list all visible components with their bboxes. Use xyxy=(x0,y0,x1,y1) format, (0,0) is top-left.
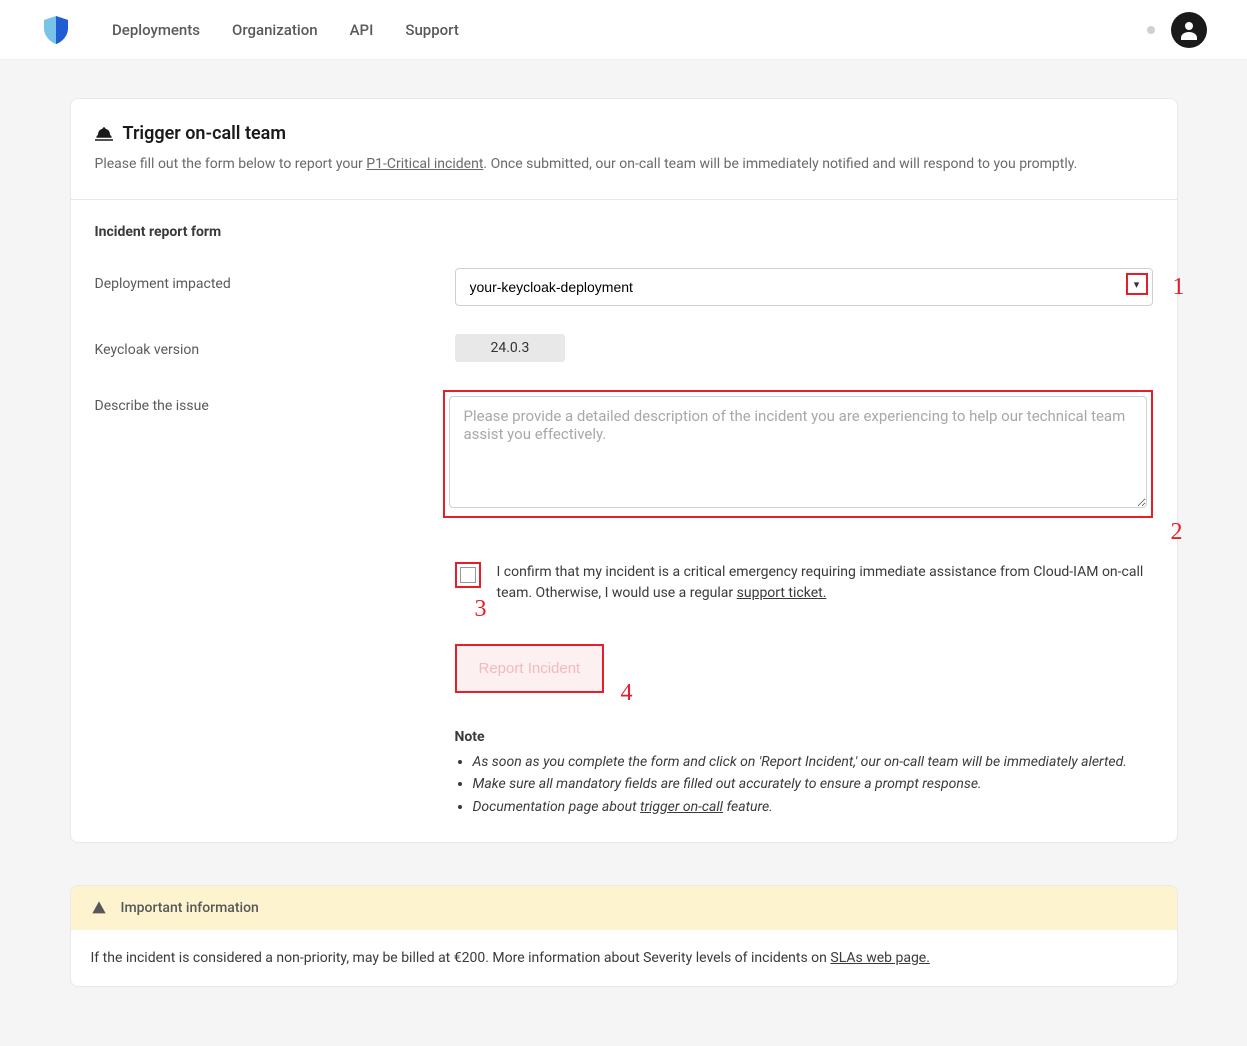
user-avatar[interactable] xyxy=(1171,12,1207,48)
shield-logo-icon xyxy=(40,14,72,46)
notes-section: Note As soon as you complete the form an… xyxy=(455,729,1153,818)
nav-api[interactable]: API xyxy=(350,21,374,39)
card-body: Incident report form Deployment impacted… xyxy=(71,200,1177,842)
page-subtitle: Please fill out the form below to report… xyxy=(95,154,1153,175)
important-info-card: Important information If the incident is… xyxy=(70,885,1178,987)
notes-title: Note xyxy=(455,729,1153,745)
nav-links: Deployments Organization API Support xyxy=(112,21,1147,39)
slas-link[interactable]: SLAs web page. xyxy=(830,950,930,966)
subtitle-after: . Once submitted, our on-call team will … xyxy=(483,156,1077,172)
describe-textarea[interactable] xyxy=(449,396,1147,508)
describe-row: Describe the issue 2 xyxy=(83,390,1153,518)
warning-icon xyxy=(91,900,107,916)
note-item-1: As soon as you complete the form and cli… xyxy=(473,751,1153,773)
user-icon xyxy=(1177,18,1201,42)
confirm-row: I confirm that my incident is a critical… xyxy=(455,562,1153,604)
deployment-select[interactable] xyxy=(455,268,1153,306)
top-navigation: Deployments Organization API Support xyxy=(0,0,1247,60)
trigger-oncall-link[interactable]: trigger on-call xyxy=(640,799,723,815)
nav-right xyxy=(1147,12,1207,48)
p1-critical-link[interactable]: P1-Critical incident xyxy=(366,156,483,172)
annotation-4: 4 xyxy=(621,680,633,707)
card-header: Trigger on-call team Please fill out the… xyxy=(71,99,1177,200)
version-value: 24.0.3 xyxy=(455,334,566,362)
info-header: Important information xyxy=(71,886,1177,930)
note-item-3: Documentation page about trigger on-call… xyxy=(473,796,1153,818)
submit-highlight: Report Incident xyxy=(455,644,605,693)
support-ticket-link[interactable]: support ticket. xyxy=(737,585,827,601)
incident-form-card: Trigger on-call team Please fill out the… xyxy=(70,98,1178,843)
annotation-1: 1 xyxy=(1173,274,1185,301)
app-logo[interactable] xyxy=(40,14,72,46)
confirm-label: I confirm that my incident is a critical… xyxy=(497,562,1153,604)
info-body-before: If the incident is considered a non-prio… xyxy=(91,950,831,966)
subtitle-before: Please fill out the form below to report… xyxy=(95,156,367,172)
deployment-select-wrapper: ▾ xyxy=(455,268,1153,306)
status-indicator xyxy=(1147,26,1155,34)
chevron-down-icon[interactable]: ▾ xyxy=(1126,273,1148,295)
annotation-3: 3 xyxy=(475,596,487,623)
describe-highlight xyxy=(443,390,1153,518)
nav-organization[interactable]: Organization xyxy=(232,21,318,39)
report-incident-button[interactable]: Report Incident xyxy=(457,646,603,691)
info-header-text: Important information xyxy=(121,900,259,916)
bell-icon xyxy=(95,127,113,141)
nav-deployments[interactable]: Deployments xyxy=(112,21,200,39)
note3-before: Documentation page about xyxy=(473,799,641,815)
annotation-2: 2 xyxy=(1171,519,1183,546)
confirm-checkbox[interactable] xyxy=(460,567,476,583)
version-label: Keycloak version xyxy=(95,334,455,362)
deployment-row: Deployment impacted ▾ 1 xyxy=(95,268,1153,306)
confirm-checkbox-highlight xyxy=(455,562,481,588)
form-section-title: Incident report form xyxy=(95,224,1153,240)
note-item-2: Make sure all mandatory fields are fille… xyxy=(473,773,1153,795)
info-body: If the incident is considered a non-prio… xyxy=(71,930,1177,986)
deployment-label: Deployment impacted xyxy=(95,268,455,306)
note3-after: feature. xyxy=(723,799,773,815)
page-title-text: Trigger on-call team xyxy=(123,123,286,144)
describe-label: Describe the issue xyxy=(83,390,443,518)
page-title: Trigger on-call team xyxy=(95,123,1153,144)
nav-support[interactable]: Support xyxy=(405,21,458,39)
version-row: Keycloak version 24.0.3 xyxy=(95,334,1153,362)
